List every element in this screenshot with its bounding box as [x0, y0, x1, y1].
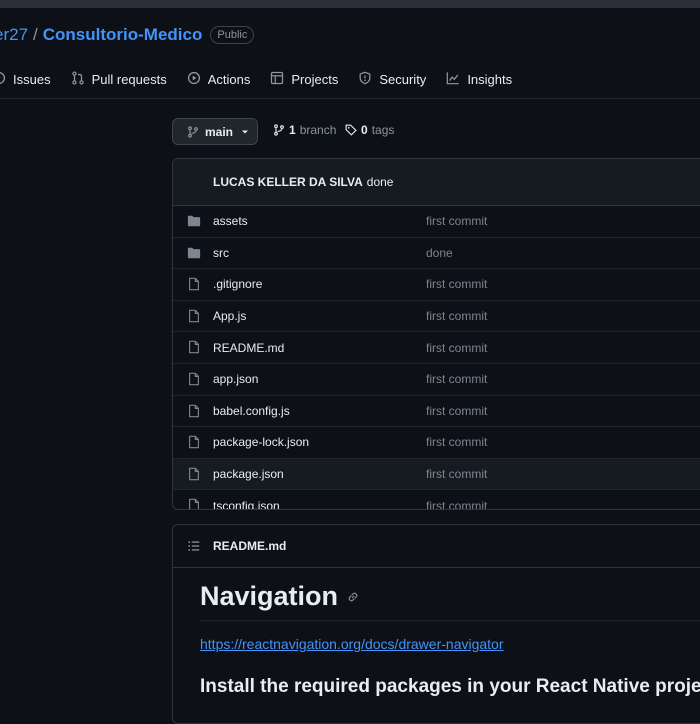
file-name-link[interactable]: src [213, 246, 229, 260]
tab-issues[interactable]: Issues [0, 66, 51, 92]
list-icon[interactable] [173, 539, 213, 553]
file-row[interactable]: babel.config.js first commit [173, 395, 700, 427]
file-commit-message[interactable]: first commit [426, 372, 487, 386]
tab-label: Projects [291, 72, 338, 87]
readme-filename[interactable]: README.md [213, 539, 286, 553]
file-browser: LUCAS KELLER DA SILVA done assets first c… [172, 158, 700, 510]
file-commit-message[interactable]: first commit [426, 214, 487, 228]
file-row[interactable]: package-lock.json first commit [173, 426, 700, 458]
file-list: assets first commit src done .gitignore first… [173, 206, 700, 510]
tab-label: Security [379, 72, 426, 87]
branch-label: branch [300, 123, 337, 137]
repo-owner-link[interactable]: er27 [0, 25, 28, 45]
file-row[interactable]: README.md first commit [173, 331, 700, 363]
branch-select-button[interactable]: main [172, 118, 258, 145]
tags-link[interactable]: 0 tags [345, 123, 394, 137]
file-commit-message[interactable]: first commit [426, 499, 487, 510]
folder-icon [187, 246, 201, 260]
nav-divider [0, 98, 700, 99]
file-commit-message[interactable]: first commit [426, 404, 487, 418]
tab-projects[interactable]: Projects [270, 66, 338, 92]
file-name-link[interactable]: README.md [213, 341, 284, 355]
file-icon [187, 340, 201, 354]
folder-icon [187, 214, 201, 228]
file-name-link[interactable]: App.js [213, 309, 246, 323]
branches-link[interactable]: 1 branch [273, 123, 336, 137]
tab-label: Pull requests [92, 72, 167, 87]
repo-header: er27 / Consultorio-Medico Public [0, 22, 254, 48]
drawer-navigator-link[interactable]: https://reactnavigation.org/docs/drawer-… [200, 636, 504, 652]
latest-commit-bar: LUCAS KELLER DA SILVA done [173, 159, 700, 206]
anchor-link-icon[interactable] [338, 590, 360, 604]
file-row[interactable]: .gitignore first commit [173, 268, 700, 300]
play-icon [187, 71, 208, 88]
tab-security[interactable]: Security [358, 66, 426, 92]
top-bar [0, 0, 700, 8]
file-icon [187, 309, 201, 323]
file-name-link[interactable]: app.json [213, 372, 258, 386]
file-icon [187, 404, 201, 418]
file-commit-message[interactable]: first commit [426, 309, 487, 323]
file-icon [187, 372, 201, 386]
path-separator: / [33, 25, 38, 45]
table-icon [270, 71, 291, 88]
file-icon [187, 467, 201, 481]
repo-nav-tabs: Issues Pull requests Actions Projects Se… [0, 66, 532, 92]
branch-name: main [205, 125, 233, 139]
file-name-link[interactable]: tsconfig.json [213, 499, 280, 510]
file-commit-message[interactable]: first commit [426, 435, 487, 449]
readme-panel: README.md Navigation https://reactnaviga… [172, 524, 700, 724]
repo-name-link[interactable]: Consultorio-Medico [43, 25, 203, 45]
file-row[interactable]: App.js first commit [173, 300, 700, 332]
file-icon [187, 277, 201, 291]
file-icon [187, 435, 201, 449]
issue-icon [0, 71, 13, 88]
file-row[interactable]: app.json first commit [173, 363, 700, 395]
file-commit-message[interactable]: first commit [426, 277, 487, 291]
readme-header: README.md [173, 525, 700, 568]
branch-count: 1 [289, 123, 296, 137]
file-name-link[interactable]: package.json [213, 467, 284, 481]
file-name-link[interactable]: assets [213, 214, 248, 228]
tab-actions[interactable]: Actions [187, 66, 251, 92]
tab-pull-requests[interactable]: Pull requests [71, 66, 167, 92]
tab-label: Insights [467, 72, 512, 87]
commit-message[interactable]: done [367, 175, 394, 189]
tab-insights[interactable]: Insights [446, 66, 512, 92]
file-commit-message[interactable]: first commit [426, 467, 487, 481]
tag-count: 0 [361, 123, 368, 137]
file-row[interactable]: package.json first commit [173, 458, 700, 490]
graph-icon [446, 71, 467, 88]
readme-subheading: Install the required packages in your Re… [200, 676, 700, 698]
file-commit-message[interactable]: first commit [426, 341, 487, 355]
tag-icon [345, 124, 357, 136]
heading-divider [200, 620, 700, 621]
file-row[interactable]: src done [173, 237, 700, 269]
file-name-link[interactable]: package-lock.json [213, 435, 309, 449]
tab-label: Issues [13, 72, 51, 87]
file-icon [187, 498, 201, 510]
readme-heading: Navigation [200, 581, 360, 612]
pull-request-icon [71, 71, 92, 88]
tab-label: Actions [208, 72, 251, 87]
file-row[interactable]: assets first commit [173, 206, 700, 237]
chevron-down-icon [241, 125, 249, 139]
visibility-badge: Public [210, 26, 254, 44]
file-name-link[interactable]: .gitignore [213, 277, 262, 291]
file-commit-message[interactable]: done [426, 246, 453, 260]
tag-label: tags [372, 123, 395, 137]
shield-icon [358, 71, 379, 88]
heading-text: Navigation [200, 581, 338, 612]
git-branch-icon [187, 126, 199, 138]
file-name-link[interactable]: babel.config.js [213, 404, 290, 418]
file-row[interactable]: tsconfig.json first commit [173, 489, 700, 510]
commit-author[interactable]: LUCAS KELLER DA SILVA [213, 175, 363, 189]
git-branch-icon [273, 124, 285, 136]
